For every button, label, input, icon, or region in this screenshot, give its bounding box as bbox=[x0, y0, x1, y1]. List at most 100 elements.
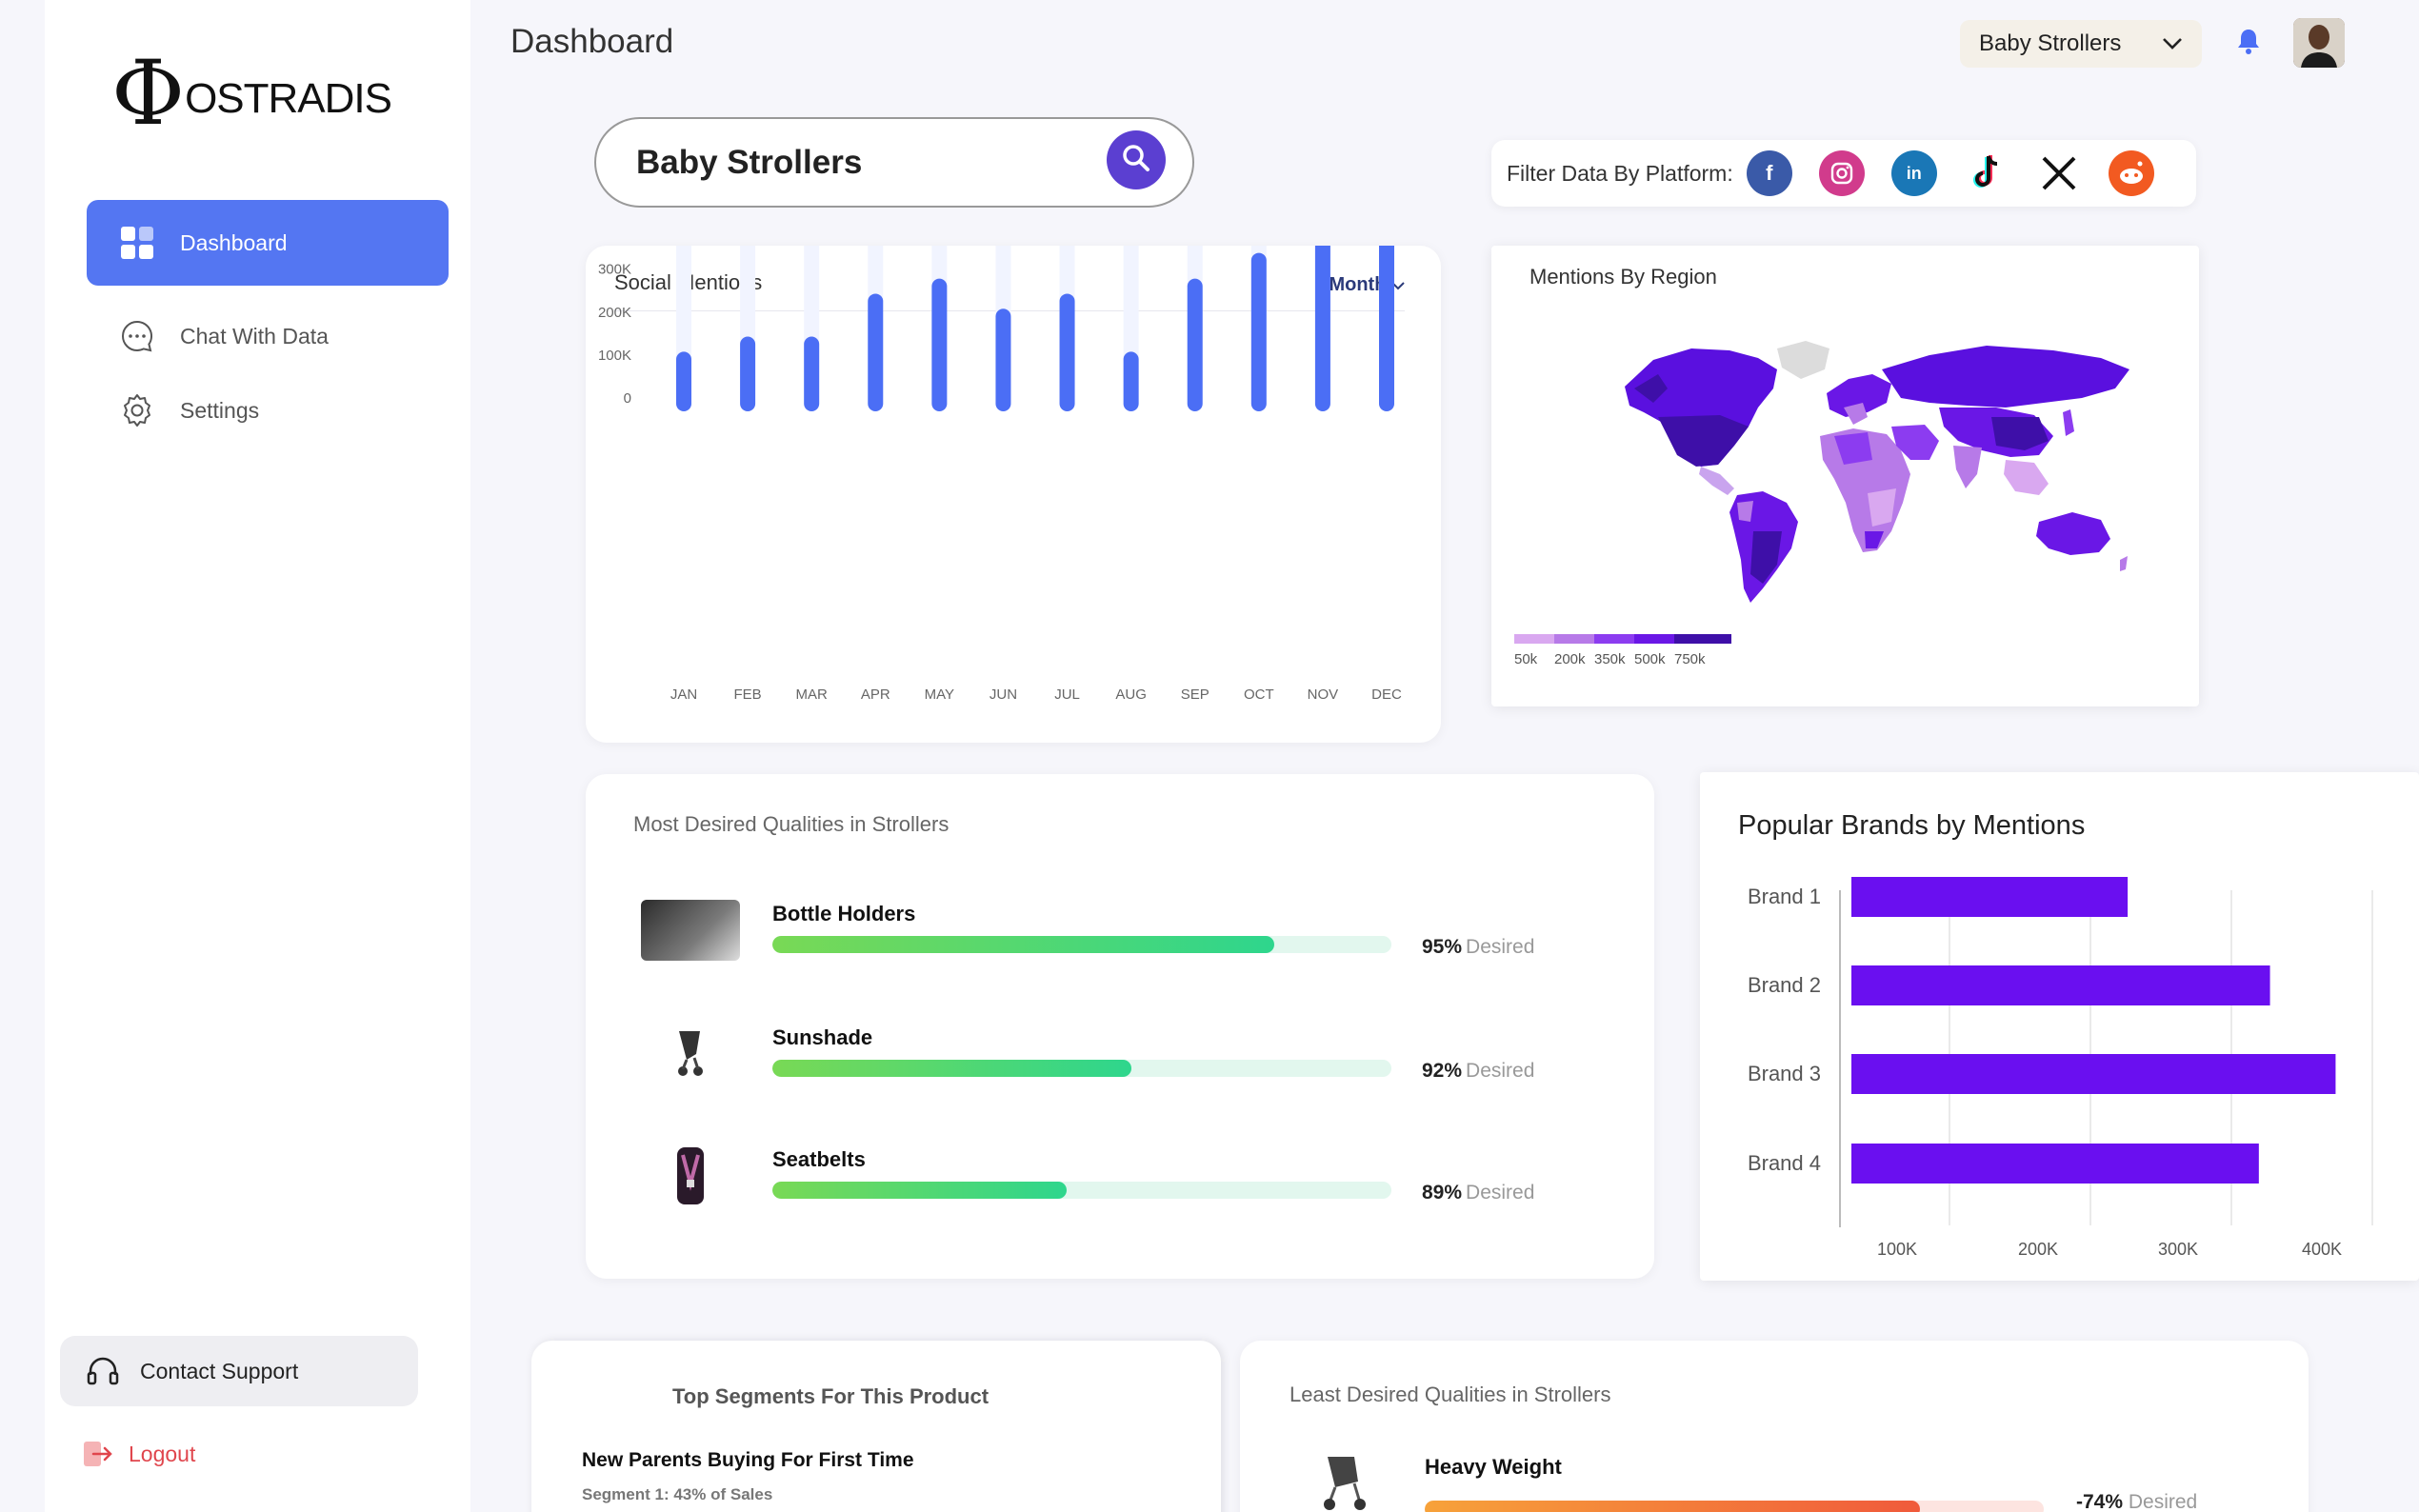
legend-label: 50k bbox=[1514, 651, 1538, 667]
search-button[interactable] bbox=[1107, 130, 1166, 189]
legend-swatch-750k bbox=[1674, 634, 1731, 644]
platform-filter-label: Filter Data By Platform: bbox=[1507, 160, 1733, 186]
x-tick-label: NOV bbox=[1308, 686, 1339, 703]
x-tick-label: AUG bbox=[1115, 686, 1147, 703]
x-tick-label: 400K bbox=[2302, 1240, 2342, 1259]
bar bbox=[1059, 293, 1075, 411]
bar bbox=[1123, 351, 1139, 411]
sidebar-item-label: Dashboard bbox=[180, 229, 288, 255]
logout-icon bbox=[79, 1436, 115, 1472]
instagram-icon[interactable] bbox=[1818, 150, 1865, 196]
quality-name: Seatbelts bbox=[772, 1147, 866, 1171]
quality-percent-value: 92% bbox=[1422, 1060, 1463, 1082]
seatbelts-thumbnail bbox=[641, 1145, 740, 1206]
sunshade-thumbnail bbox=[641, 1022, 740, 1083]
brand-logo[interactable]: Φ OSTRADIS bbox=[111, 42, 392, 146]
y-tick-label: 0 bbox=[624, 390, 631, 407]
heavy-weight-thumbnail bbox=[1316, 1451, 1373, 1512]
logo-text: OSTRADIS bbox=[185, 75, 392, 122]
bar bbox=[1851, 965, 2270, 1005]
quality-name: Heavy Weight bbox=[1425, 1455, 1562, 1479]
desired-qualities-title: Most Desired Qualities in Strollers bbox=[633, 812, 950, 836]
search-input[interactable]: Baby Strollers bbox=[636, 144, 862, 182]
popular-brands-card: Popular Brands by Mentions Brand 1 Brand … bbox=[1700, 772, 2419, 1281]
chat-bubble-icon bbox=[119, 318, 155, 354]
quality-percent-value: -74% bbox=[2076, 1491, 2124, 1512]
bar bbox=[804, 336, 820, 411]
quality-progress bbox=[1425, 1501, 2044, 1512]
x-tick-label: OCT bbox=[1244, 686, 1274, 703]
linkedin-icon[interactable]: in bbox=[1890, 150, 1937, 196]
tiktok-icon[interactable] bbox=[1964, 150, 2009, 196]
quality-name: Sunshade bbox=[772, 1025, 873, 1049]
reddit-icon[interactable] bbox=[2108, 150, 2154, 196]
bar bbox=[931, 278, 948, 411]
contact-support-label: Contact Support bbox=[140, 1358, 299, 1383]
x-tick-label: 100K bbox=[1877, 1240, 1917, 1259]
sidebar-nav: Dashboard Chat With Data Settings bbox=[87, 200, 449, 448]
social-mentions-chart: 0100K200K300K400KJANFEBMARAPRMAYJUNJULAU… bbox=[598, 246, 1402, 703]
bar bbox=[995, 308, 1011, 411]
contact-support-button[interactable]: Contact Support bbox=[60, 1336, 418, 1406]
bar bbox=[1851, 1054, 2336, 1094]
quality-percent-value: 89% bbox=[1422, 1182, 1463, 1204]
bar bbox=[676, 351, 691, 411]
logout-label: Logout bbox=[129, 1441, 196, 1466]
x-tick-label: JAN bbox=[670, 686, 697, 703]
top-segments-title: Top Segments For This Product bbox=[672, 1384, 990, 1408]
y-tick-label: 200K bbox=[598, 305, 631, 321]
bar bbox=[1250, 252, 1267, 411]
x-tick-label: SEP bbox=[1181, 686, 1210, 703]
least-desired-card: Least Desired Qualities in Strollers Hea… bbox=[1240, 1341, 2309, 1512]
bar bbox=[740, 336, 756, 411]
x-tick-label: MAY bbox=[925, 686, 954, 703]
y-tick-label: 100K bbox=[598, 348, 631, 364]
quality-percent-suffix: Desired bbox=[1466, 1060, 1535, 1082]
page-title: Dashboard bbox=[510, 23, 674, 60]
x-icon[interactable] bbox=[2036, 150, 2082, 196]
bar bbox=[868, 293, 884, 411]
bottle-holder-thumbnail bbox=[641, 900, 740, 961]
logout-button[interactable]: Logout bbox=[79, 1436, 195, 1472]
list-item: Bottle Holders 95% Desired bbox=[586, 888, 1654, 965]
social-mentions-card: Social Mentions Month 0100K200K300K400KJ… bbox=[586, 246, 1441, 743]
quality-percent: 89% Desired bbox=[1422, 1182, 1534, 1204]
phi-glyph: Φ bbox=[111, 42, 186, 146]
quality-percent-suffix: Desired bbox=[1466, 1182, 1535, 1204]
y-tick-label: Brand 2 bbox=[1748, 973, 1821, 997]
dashboard-page: Φ OSTRADIS Dashboard Chat With Data Sett… bbox=[0, 0, 2419, 1512]
facebook-icon[interactable]: f bbox=[1746, 150, 1792, 196]
bar bbox=[1379, 246, 1394, 411]
sidebar-item-dashboard[interactable]: Dashboard bbox=[87, 200, 449, 286]
least-desired-title: Least Desired Qualities in Strollers bbox=[1289, 1383, 1611, 1406]
product-selector[interactable]: Baby Strollers bbox=[1960, 20, 2202, 68]
sidebar-item-label: Settings bbox=[180, 397, 260, 423]
avatar[interactable] bbox=[2293, 18, 2345, 68]
y-tick-label: 300K bbox=[598, 262, 631, 278]
sidebar-item-chat-with-data[interactable]: Chat With Data bbox=[87, 299, 449, 373]
product-selector-value: Baby Strollers bbox=[1979, 30, 2122, 56]
x-tick-label: 300K bbox=[2158, 1240, 2198, 1259]
bar bbox=[1187, 278, 1203, 411]
bar bbox=[1851, 877, 2129, 917]
bar bbox=[1314, 246, 1330, 411]
platform-filter: Filter Data By Platform: f in bbox=[1491, 140, 2196, 207]
search-bar[interactable]: Baby Strollers bbox=[594, 117, 1194, 208]
search-icon bbox=[1120, 142, 1152, 179]
x-tick-label: JUN bbox=[990, 686, 1017, 703]
quality-progress bbox=[772, 1182, 1391, 1199]
sidebar-item-settings[interactable]: Settings bbox=[87, 373, 449, 448]
quality-percent: 95% Desired bbox=[1422, 936, 1534, 959]
quality-progress-fill bbox=[772, 936, 1274, 953]
list-item: Seatbelts 89% Desired bbox=[586, 1134, 1654, 1210]
x-tick-label: MAR bbox=[796, 686, 829, 703]
bell-icon[interactable] bbox=[2236, 27, 2261, 62]
y-tick-label: Brand 4 bbox=[1748, 1151, 1821, 1175]
bar bbox=[1851, 1144, 2259, 1184]
quality-percent: -74% Desired bbox=[2076, 1491, 2197, 1512]
segment-detail: Segment 1: 43% of Sales bbox=[582, 1485, 773, 1503]
quality-percent-suffix: Desired bbox=[2128, 1491, 2198, 1512]
y-tick-label: Brand 3 bbox=[1748, 1062, 1821, 1085]
gear-icon bbox=[119, 392, 155, 428]
list-item: Sunshade 92% Desired bbox=[586, 1012, 1654, 1088]
